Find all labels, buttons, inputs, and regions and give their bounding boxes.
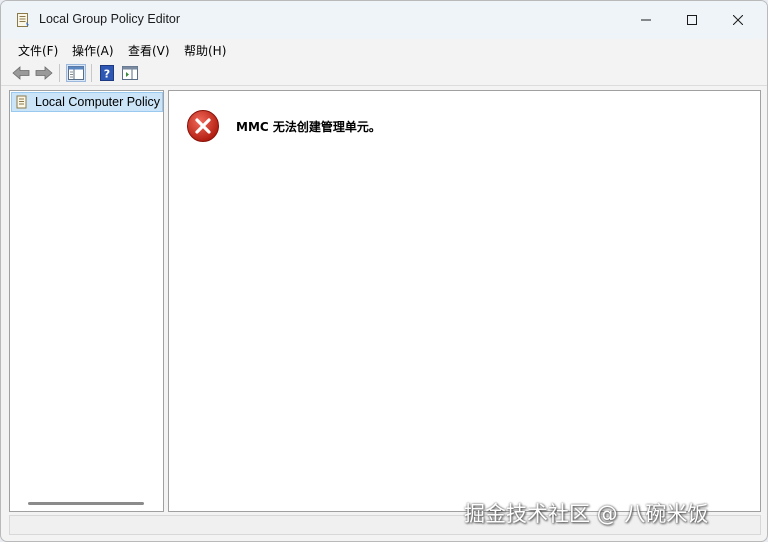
close-icon <box>733 15 743 25</box>
menu-bar: 文件(F) 操作(A) 查看(V) 帮助(H) <box>1 39 767 61</box>
toolbar-separator <box>59 64 60 82</box>
minimize-icon <box>641 19 651 21</box>
policy-document-icon <box>17 13 29 27</box>
policy-document-icon <box>16 95 27 109</box>
action-pane-icon <box>122 66 138 80</box>
show-hide-console-tree-button[interactable] <box>66 64 86 82</box>
horizontal-scrollbar[interactable] <box>28 502 144 505</box>
back-button[interactable] <box>11 64 31 82</box>
console-tree-pane[interactable]: Local Computer Policy <box>9 90 164 512</box>
details-pane: MMC 无法创建管理单元。 <box>168 90 761 512</box>
tree-item-local-computer-policy[interactable]: Local Computer Policy <box>11 92 163 112</box>
forward-button[interactable] <box>34 64 54 82</box>
close-button[interactable] <box>715 1 761 39</box>
error-message: MMC 无法创建管理单元。 <box>236 120 381 134</box>
svg-text:?: ? <box>104 68 110 81</box>
show-hide-action-pane-button[interactable] <box>120 64 140 82</box>
menu-action[interactable]: 操作(A) <box>72 42 114 59</box>
forward-arrow-icon <box>35 66 53 80</box>
window-title: Local Group Policy Editor <box>39 12 181 26</box>
help-button[interactable]: ? <box>97 64 117 82</box>
maximize-icon <box>687 15 697 25</box>
error-icon <box>187 110 219 142</box>
menu-file[interactable]: 文件(F) <box>18 42 58 59</box>
tree-item-label: Local Computer Policy <box>35 95 161 109</box>
menu-view[interactable]: 查看(V) <box>128 42 170 59</box>
toolbar: ? <box>1 61 767 86</box>
minimize-button[interactable] <box>623 1 669 39</box>
app-window: Local Group Policy Editor 文件(F) 操作(A) 查看… <box>0 0 768 542</box>
console-tree-icon <box>68 66 84 80</box>
title-bar[interactable]: Local Group Policy Editor <box>1 1 767 39</box>
maximize-button[interactable] <box>669 1 715 39</box>
watermark: 掘金技术社区 @ 八碗米饭 <box>464 502 709 526</box>
menu-help[interactable]: 帮助(H) <box>184 42 226 59</box>
back-arrow-icon <box>12 66 30 80</box>
toolbar-separator <box>91 64 92 82</box>
help-book-icon: ? <box>100 65 114 81</box>
